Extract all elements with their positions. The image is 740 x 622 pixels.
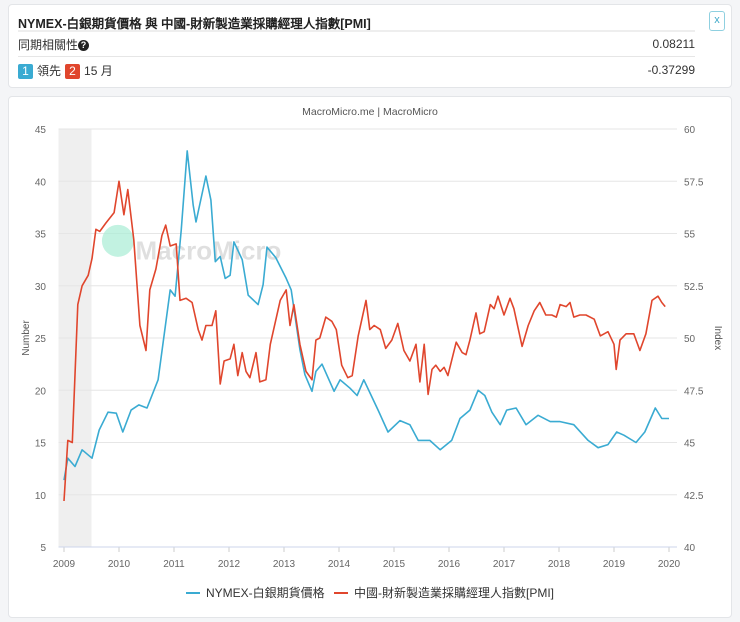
y2-axis-label: Index [712, 326, 723, 350]
y2-tick-label: 60 [684, 125, 696, 136]
y-tick-label: 45 [35, 125, 47, 136]
y-tick-label: 5 [40, 543, 46, 554]
y2-tick-label: 40 [684, 543, 696, 554]
line-chart: 5 10 15 20 25 30 35 40 45 40 42.5 45 47.5 50 52.5 55 57.… [21, 106, 723, 600]
x-tick-label: 2012 [218, 559, 241, 570]
watermark-logo-icon [101, 224, 134, 257]
y2-tick-label: 57.5 [684, 177, 704, 188]
legend-label: NYMEX-白銀期貨價格 [206, 585, 325, 600]
series-1-badge: 1 [18, 63, 33, 79]
y2-tick-label: 52.5 [684, 282, 704, 293]
x-tick-label: 2016 [438, 559, 461, 570]
x-tick-label: 2020 [658, 559, 681, 570]
y2-tick-label: 47.5 [684, 386, 704, 397]
legend-label: 中國-財新製造業採購經理人指數[PMI] [354, 585, 554, 600]
y-tick-label: 25 [35, 334, 47, 345]
pmi-series-line [63, 180, 666, 502]
series-2-badge: 2 [65, 63, 81, 79]
x-tick-label: 2010 [108, 559, 131, 570]
y2-tick-label: 42.5 [684, 491, 704, 502]
y-tick-label: 30 [35, 282, 47, 293]
lead-correlation-row: 1 領先 2 15 月 -0.37299 [18, 57, 695, 83]
concurrent-value: 0.08211 [652, 37, 696, 51]
y-tick-label: 35 [35, 230, 47, 241]
x-tick-label: 2017 [493, 559, 516, 570]
y-tick-label: 15 [35, 439, 47, 450]
x-tick-label: 2019 [603, 559, 626, 570]
y-tick-label: 10 [35, 491, 47, 502]
x-tick-label: 2018 [548, 559, 571, 570]
y-tick-label: 20 [35, 386, 47, 397]
y2-tick-label: 50 [684, 334, 696, 345]
lead-label: 領先 [37, 63, 62, 78]
y2-tick-label: 45 [684, 439, 696, 450]
y-axis-label: Number [21, 320, 32, 356]
chart-panel: 5 10 15 20 25 30 35 40 45 40 42.5 45 47.5 50 52.5 55 57.… [8, 96, 732, 618]
y2-tick-label: 55 [684, 230, 696, 241]
x-tick-label: 2011 [163, 559, 185, 570]
x-tick-label: 2015 [383, 559, 406, 570]
lead-value: -0.37299 [647, 63, 695, 77]
x-tick-label: 2014 [328, 559, 351, 570]
chart-title: MacroMicro.me | MacroMicro [302, 106, 438, 118]
x-tick-label: 2009 [53, 559, 76, 570]
concurrent-label: 同期相關性 [18, 37, 79, 52]
correlation-panel: NYMEX-白銀期貨價格 與 中國-財新製造業採購經理人指數[PMI] x 同期… [8, 4, 732, 88]
help-icon[interactable]: ? [78, 39, 90, 51]
lead-months: 15 月 [84, 63, 113, 78]
y-tick-label: 40 [35, 177, 47, 188]
close-button[interactable]: x [709, 11, 725, 31]
concurrent-correlation-row: 同期相關性? 0.08211 [18, 30, 695, 57]
x-tick-label: 2013 [273, 559, 296, 570]
